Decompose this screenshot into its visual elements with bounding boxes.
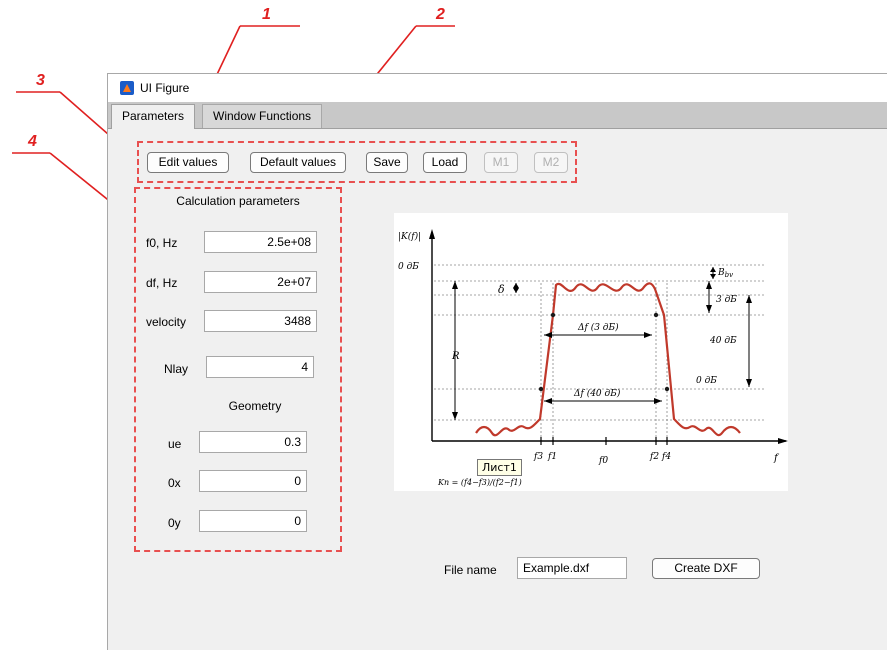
oy-field[interactable]: 0	[199, 510, 307, 532]
f0-field[interactable]: 2.5e+08	[204, 231, 317, 253]
window-title: UI Figure	[140, 81, 190, 95]
forty-db-label: 40 дБ	[709, 336, 737, 346]
velocity-field[interactable]: 3488	[204, 310, 317, 332]
oy-label: 0y	[168, 516, 181, 530]
f0-label: f0, Hz	[146, 236, 178, 250]
calculation-parameters-title: Calculation parameters	[176, 194, 300, 208]
ue-field[interactable]: 0.3	[199, 431, 307, 453]
f0-axis-label: f0	[598, 456, 608, 466]
tab-strip: Parameters Window Functions	[108, 102, 887, 129]
ox-label: 0x	[168, 476, 181, 490]
f4-label: f4	[661, 452, 671, 462]
f3-label: f3	[533, 452, 543, 462]
bandwidth-label: Bbv	[717, 268, 733, 279]
ripple-label: δ	[498, 283, 505, 296]
b-sub-label: bv	[725, 271, 733, 279]
df-label: df, Hz	[146, 276, 178, 290]
ue-label: ue	[168, 437, 182, 451]
geometry-title: Geometry	[228, 399, 282, 413]
save-button[interactable]: Save	[366, 152, 408, 173]
annotation-3: 3	[36, 72, 45, 89]
df-field[interactable]: 2e+07	[204, 271, 317, 293]
m1-button[interactable]: M1	[484, 152, 518, 173]
file-name-label: File name	[444, 563, 497, 577]
response-curve	[475, 282, 741, 437]
annotation-1: 1	[262, 6, 271, 23]
sheet-tooltip: Лист1	[477, 459, 522, 476]
matlab-logo-icon	[120, 81, 134, 95]
m2-button[interactable]: M2	[534, 152, 568, 173]
df-40db-label: Δf (40 дБ)	[573, 388, 621, 399]
annotation-2: 2	[436, 6, 445, 23]
filter-response-figure: |K(f)| 0 дБ δ Bbv 3 дБ 40 дБ 0 дБ R Δf (…	[394, 213, 788, 491]
frequency-response-diagram: |K(f)| 0 дБ δ Bbv 3 дБ 40 дБ 0 дБ R Δf (…	[398, 229, 788, 487]
df-3db-label: Δf (3 дБ)	[577, 322, 619, 333]
y-axis-label: |K(f)|	[398, 231, 421, 242]
f-axis-label: f	[773, 453, 780, 464]
f1-label: f1	[547, 452, 557, 462]
r-label: R	[451, 351, 460, 362]
nlay-label: Nlay	[164, 362, 189, 376]
tab-window-functions[interactable]: Window Functions	[202, 104, 323, 128]
ox-field[interactable]: 0	[199, 470, 307, 492]
tab-parameters[interactable]: Parameters	[111, 104, 196, 129]
annotation-4: 4	[28, 133, 37, 150]
load-button[interactable]: Load	[423, 152, 467, 173]
formula-label: Kп = (f4−f3)/(f2−f1)	[437, 478, 522, 487]
zero-db-label: 0 дБ	[398, 262, 419, 272]
velocity-label: velocity	[146, 315, 187, 329]
f2-label: f2	[649, 452, 659, 462]
default-values-button[interactable]: Default values	[250, 152, 346, 173]
create-dxf-button[interactable]: Create DXF	[652, 558, 760, 579]
edit-values-button[interactable]: Edit values	[147, 152, 229, 173]
title-bar: UI Figure	[108, 74, 887, 102]
file-name-field[interactable]: Example.dxf	[517, 557, 627, 579]
three-db-label: 3 дБ	[716, 295, 737, 305]
zero-db-right-label: 0 дБ	[696, 376, 717, 386]
nlay-field[interactable]: 4	[206, 356, 314, 378]
